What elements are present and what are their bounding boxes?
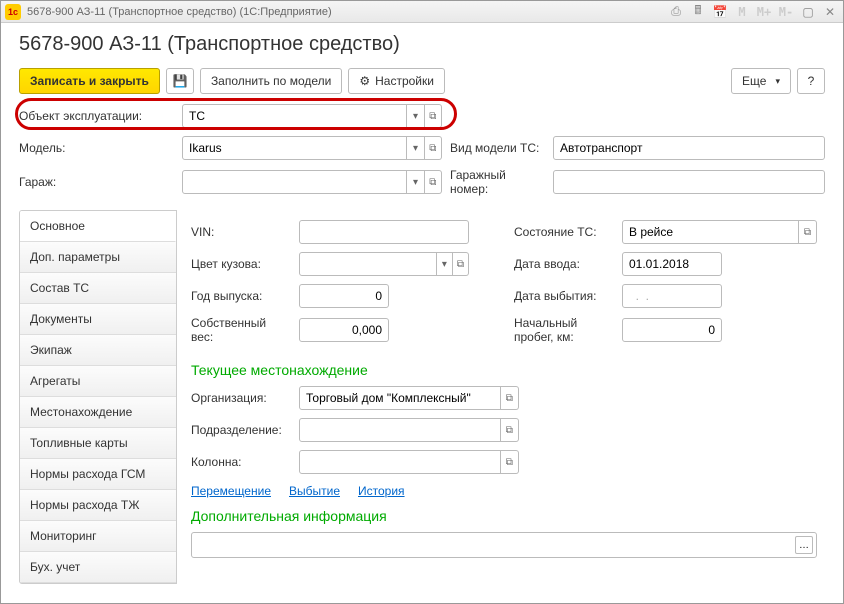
column-input[interactable] — [299, 450, 501, 474]
year-label: Год выпуска: — [191, 289, 291, 303]
titlebar-text: 5678-900 АЗ-11 (Транспортное средство) (… — [27, 6, 667, 18]
model-input[interactable] — [182, 136, 407, 160]
tab-fuel-cards[interactable]: Топливные карты — [20, 428, 176, 459]
extra-input[interactable] — [191, 532, 817, 558]
ellipsis-icon[interactable]: … — [795, 536, 813, 554]
object-label: Объект эксплуатации: — [19, 109, 174, 123]
print-icon[interactable]: ⎙ — [667, 3, 685, 21]
dropdown-icon[interactable]: ▾ — [437, 252, 453, 276]
calendar-icon[interactable]: 📅 — [711, 3, 729, 21]
state-input[interactable] — [622, 220, 799, 244]
gear-icon: ⚙ — [359, 74, 370, 88]
color-input[interactable] — [299, 252, 437, 276]
org-input[interactable] — [299, 386, 501, 410]
object-row: Объект эксплуатации: ▾ ⧉ — [19, 104, 825, 128]
vin-input[interactable] — [299, 220, 469, 244]
link-history[interactable]: История — [358, 484, 405, 498]
tab-fluid-norms[interactable]: Нормы расхода ТЖ — [20, 490, 176, 521]
date-in-input[interactable] — [622, 252, 722, 276]
tab-documents[interactable]: Документы — [20, 304, 176, 335]
garage-input[interactable] — [182, 170, 407, 194]
link-out[interactable]: Выбытие — [289, 484, 340, 498]
maximize-icon[interactable]: ▢ — [799, 3, 817, 21]
tab-content: VIN: Цвет кузова: ▾ ⧉ Год выпуска: — [177, 210, 825, 584]
open-icon[interactable]: ⧉ — [425, 136, 442, 160]
color-label: Цвет кузова: — [191, 257, 291, 271]
dept-label: Подразделение: — [191, 423, 291, 437]
save-close-button[interactable]: Записать и закрыть — [19, 68, 160, 94]
m-minus-icon[interactable]: M- — [777, 3, 795, 21]
tab-accounting[interactable]: Бух. учет — [20, 552, 176, 583]
tab-location[interactable]: Местонахождение — [20, 397, 176, 428]
dept-input[interactable] — [299, 418, 501, 442]
titlebar-controls: ⎙ 🖩 📅 M M+ M- ▢ ✕ — [667, 3, 839, 21]
model-row: Модель: ▾ ⧉ Вид модели ТС: — [19, 136, 825, 160]
link-move[interactable]: Перемещение — [191, 484, 271, 498]
mileage-input[interactable] — [622, 318, 722, 342]
tab-aggregates[interactable]: Агрегаты — [20, 366, 176, 397]
dropdown-icon[interactable]: ▾ — [407, 170, 424, 194]
garage-num-input[interactable] — [553, 170, 825, 194]
tab-composition[interactable]: Состав ТС — [20, 273, 176, 304]
model-label: Модель: — [19, 141, 174, 155]
m-plus-icon[interactable]: M+ — [755, 3, 773, 21]
help-button[interactable]: ? — [797, 68, 825, 94]
save-button[interactable]: 💾 — [166, 68, 194, 94]
vin-label: VIN: — [191, 225, 291, 239]
toolbar: Записать и закрыть 💾 Заполнить по модели… — [19, 68, 825, 94]
save-icon: 💾 — [172, 74, 187, 88]
m-icon[interactable]: M — [733, 3, 751, 21]
state-label: Состояние ТС: — [514, 225, 614, 239]
settings-button[interactable]: ⚙ Настройки — [348, 68, 445, 94]
close-icon[interactable]: ✕ — [821, 3, 839, 21]
chevron-down-icon: ▾ — [775, 76, 780, 87]
open-icon[interactable]: ⧉ — [501, 418, 519, 442]
app-icon: 1c — [5, 4, 21, 20]
settings-label: Настройки — [375, 74, 434, 88]
open-icon[interactable]: ⧉ — [501, 450, 519, 474]
tab-main[interactable]: Основное — [20, 211, 176, 242]
tab-list: Основное Доп. параметры Состав ТС Докуме… — [19, 210, 177, 584]
fill-by-model-button[interactable]: Заполнить по модели — [200, 68, 342, 94]
tab-extra-params[interactable]: Доп. параметры — [20, 242, 176, 273]
weight-label: Собственный вес: — [191, 316, 291, 344]
more-button[interactable]: Еще ▾ — [731, 68, 791, 94]
dropdown-icon[interactable]: ▾ — [407, 136, 424, 160]
open-icon[interactable]: ⧉ — [501, 386, 519, 410]
tab-crew[interactable]: Экипаж — [20, 335, 176, 366]
date-out-label: Дата выбытия: — [514, 289, 614, 303]
open-icon[interactable]: ⧉ — [425, 170, 442, 194]
mileage-label: Начальный пробег, км: — [514, 316, 614, 344]
org-label: Организация: — [191, 391, 291, 405]
ts-type-label: Вид модели ТС: — [450, 141, 545, 155]
calc-icon[interactable]: 🖩 — [689, 3, 707, 21]
date-out-input[interactable] — [622, 284, 722, 308]
more-label: Еще — [742, 74, 766, 88]
page-title: 5678-900 АЗ-11 (Транспортное средство) — [19, 33, 825, 56]
object-input[interactable] — [182, 104, 407, 128]
tabs-container: Основное Доп. параметры Состав ТС Докуме… — [19, 210, 825, 584]
extra-section-title: Дополнительная информация — [191, 508, 817, 524]
garage-label: Гараж: — [19, 175, 174, 189]
weight-input[interactable] — [299, 318, 389, 342]
titlebar: 1c 5678-900 АЗ-11 (Транспортное средство… — [1, 1, 843, 23]
open-icon[interactable]: ⧉ — [453, 252, 469, 276]
ts-type-input[interactable] — [553, 136, 825, 160]
content: 5678-900 АЗ-11 (Транспортное средство) З… — [1, 23, 843, 594]
open-icon[interactable]: ⧉ — [425, 104, 442, 128]
date-in-label: Дата ввода: — [514, 257, 614, 271]
year-input[interactable] — [299, 284, 389, 308]
garage-row: Гараж: ▾ ⧉ Гаражный номер: — [19, 168, 825, 196]
tab-monitoring[interactable]: Мониторинг — [20, 521, 176, 552]
links-row: Перемещение Выбытие История — [191, 484, 817, 498]
open-icon[interactable]: ⧉ — [799, 220, 817, 244]
garage-num-label: Гаражный номер: — [450, 168, 545, 196]
dropdown-icon[interactable]: ▾ — [407, 104, 424, 128]
location-section-title: Текущее местонахождение — [191, 362, 817, 378]
tab-fuel-norms[interactable]: Нормы расхода ГСМ — [20, 459, 176, 490]
column-label: Колонна: — [191, 455, 291, 469]
